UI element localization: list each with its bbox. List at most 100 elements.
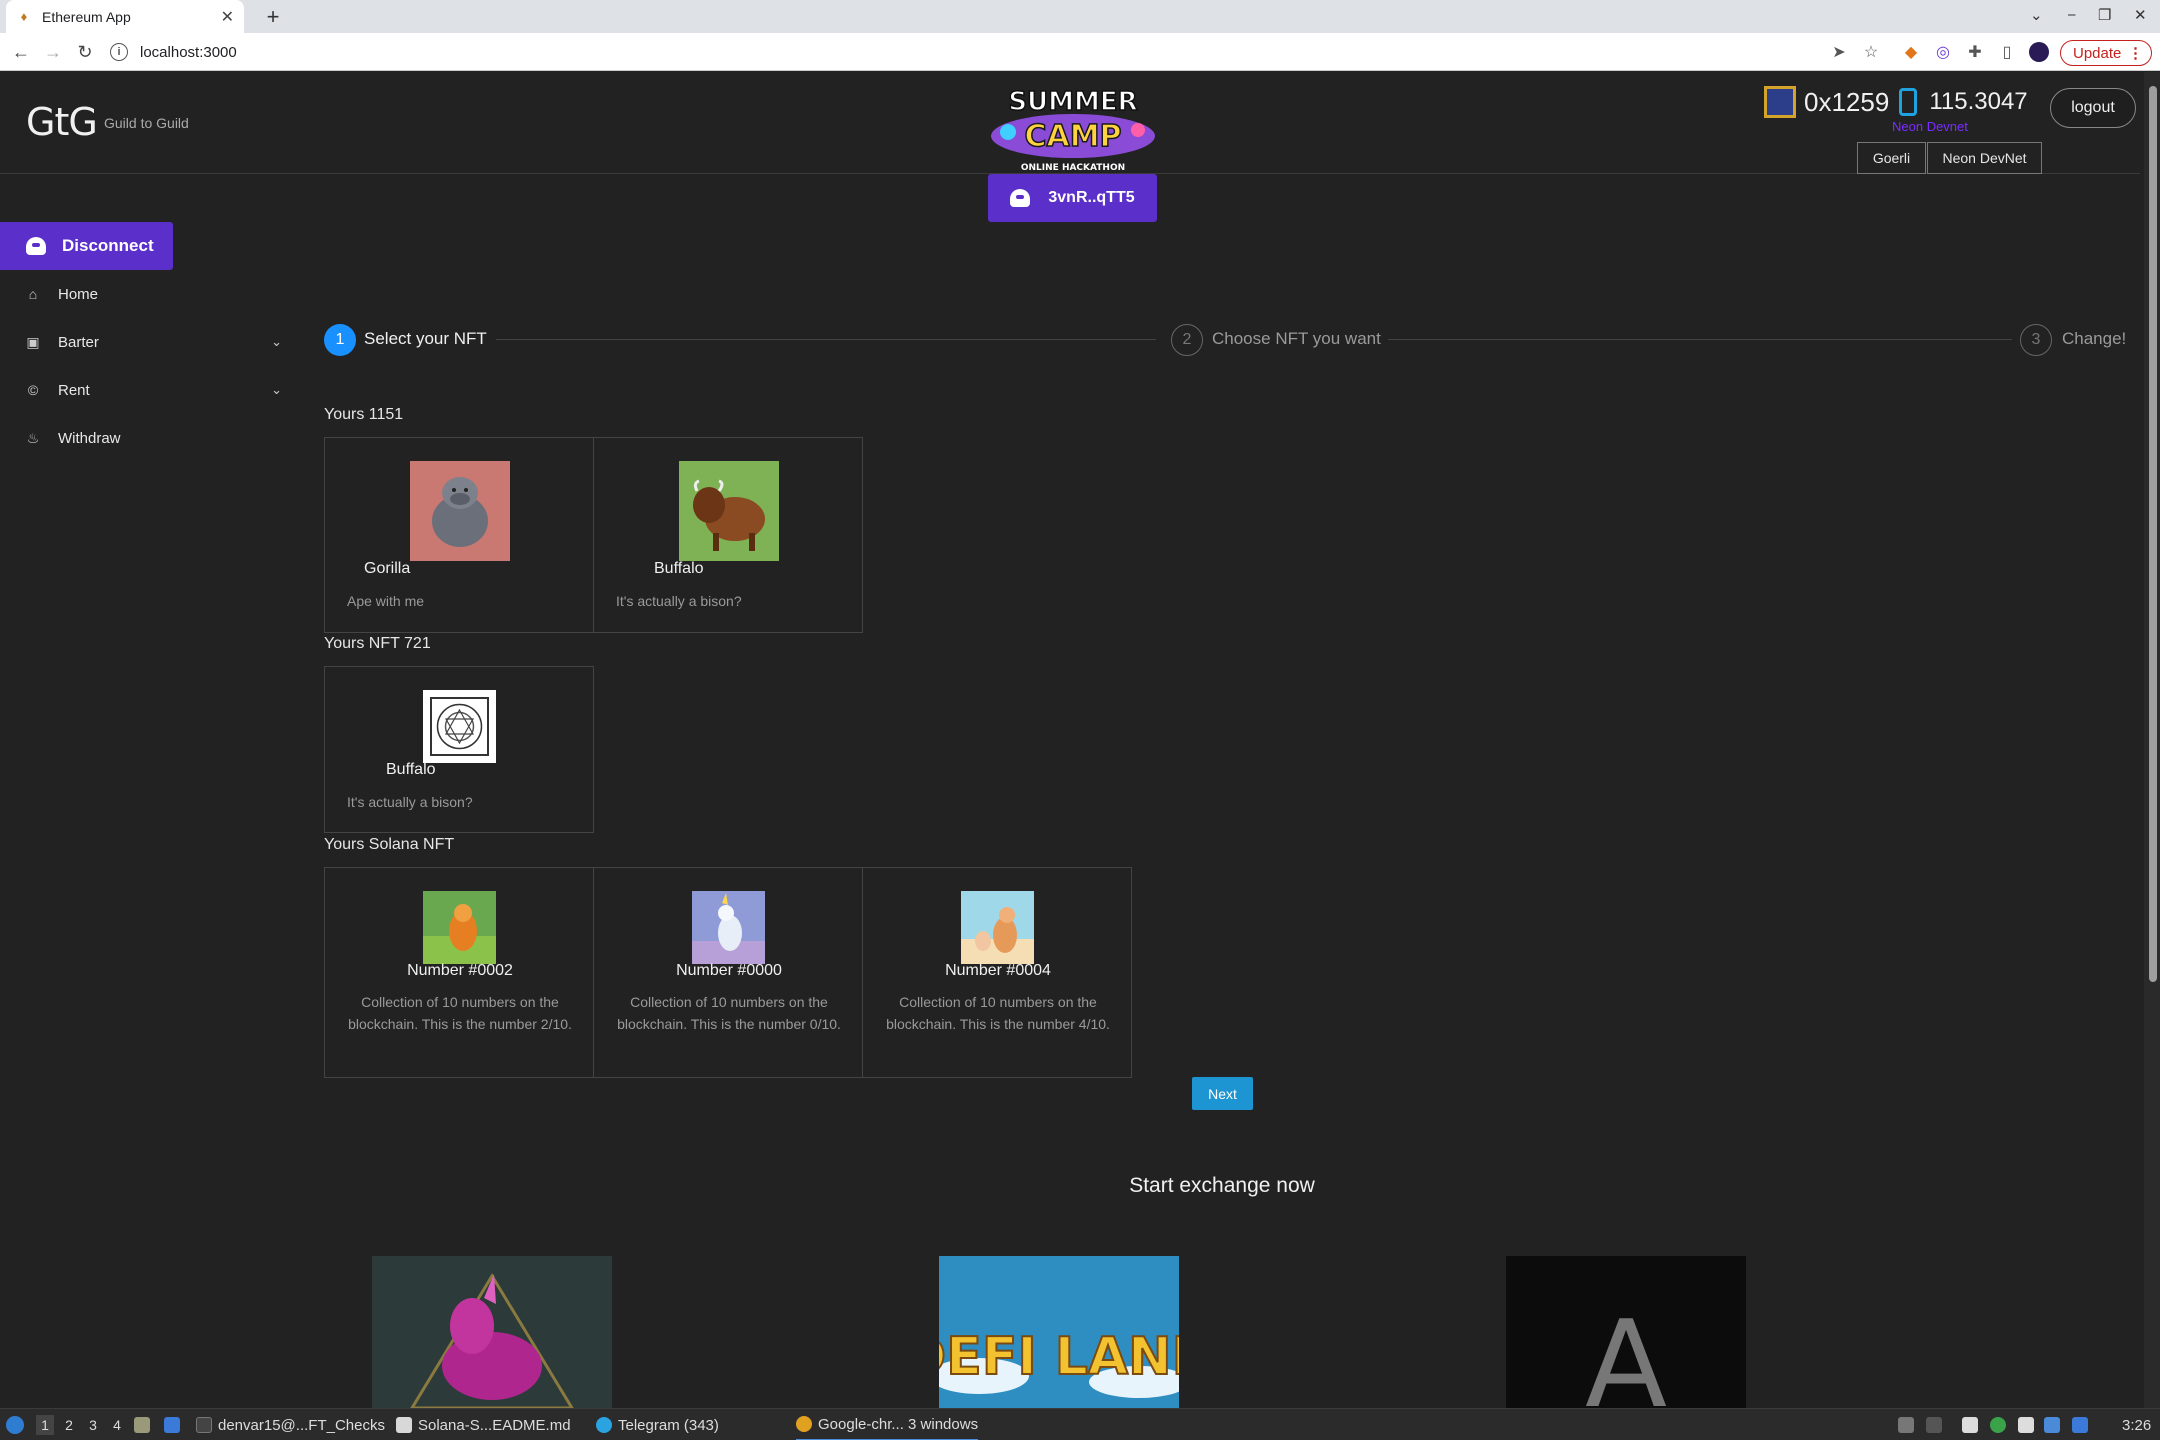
- gorilla-nft-image: [410, 461, 510, 561]
- step-2-circle: 2: [1171, 324, 1203, 356]
- step-connector: [496, 339, 1156, 340]
- phantom-extension-icon[interactable]: ◎: [1932, 41, 1954, 63]
- metamask-icon[interactable]: ◆: [1900, 41, 1922, 63]
- nft-card-number-0000[interactable]: Number #0000 Collection of 10 numbers on…: [593, 867, 863, 1078]
- sidebar-item-home[interactable]: ⌂ Home: [0, 274, 290, 314]
- taskbar-telegram[interactable]: Telegram (343): [596, 1409, 719, 1440]
- browser-tab[interactable]: ♦ Ethereum App ✕: [6, 0, 244, 33]
- nft-name: Gorilla: [364, 560, 411, 577]
- side-panel-icon[interactable]: ▯: [1996, 41, 2018, 63]
- sidebar-item-barter[interactable]: ▣ Barter ⌄: [0, 322, 290, 362]
- start-exchange-heading: Start exchange now: [1129, 1174, 1315, 1197]
- tab-close-icon[interactable]: ✕: [221, 7, 234, 27]
- disconnect-button[interactable]: Disconnect: [0, 222, 173, 270]
- number-0000-nft-image: [692, 891, 765, 964]
- step-1-circle: 1: [324, 324, 356, 356]
- reload-icon[interactable]: ↻: [74, 41, 96, 63]
- taskbar-chrome[interactable]: Google-chr... 3 windows: [796, 1409, 979, 1440]
- logout-button[interactable]: logout: [2050, 88, 2136, 128]
- tab-title: Ethereum App: [42, 8, 131, 25]
- taskbar-terminal[interactable]: denvar15@...FT_Checks: [196, 1409, 385, 1440]
- sidebar-item-rent[interactable]: © Rent ⌄: [0, 370, 290, 410]
- window-close-icon[interactable]: ✕: [2134, 6, 2147, 24]
- clipboard-tray-icon[interactable]: [1898, 1417, 1914, 1433]
- wallet-address: 0x1259: [1804, 86, 1890, 117]
- chrome-icon: [796, 1416, 812, 1432]
- step-3-label: Change!: [2062, 329, 2127, 348]
- profile-avatar[interactable]: [2028, 41, 2050, 63]
- solana-wallet-address: 3vnR..qTT5: [1048, 189, 1135, 206]
- update-label: Update: [2073, 44, 2122, 62]
- nft-card-number-0002[interactable]: Number #0002 Collection of 10 numbers on…: [324, 867, 594, 1078]
- file-manager-icon[interactable]: [134, 1409, 156, 1440]
- page-scrollbar-thumb[interactable]: [2149, 86, 2157, 982]
- network-goerli-button[interactable]: Goerli: [1857, 142, 1926, 174]
- taskbar-editor-label: Solana-S...EADME.md: [418, 1416, 571, 1434]
- workspace-2[interactable]: 2: [60, 1415, 78, 1435]
- network-neon-devnet-button[interactable]: Neon DevNet: [1927, 142, 2042, 174]
- sidebar-item-label: Withdraw: [58, 429, 121, 447]
- nft-description: Ape with me: [347, 593, 425, 609]
- promo-pony-image[interactable]: [372, 1256, 612, 1408]
- network-tray-icon[interactable]: [2018, 1417, 2034, 1433]
- desktop-icon[interactable]: [164, 1409, 186, 1440]
- network-label: Neon Devnet: [1892, 119, 1968, 134]
- sidebar-item-label: Rent: [58, 381, 90, 399]
- nft-card-buffalo[interactable]: Buffalo It's actually a bison?: [593, 437, 863, 633]
- withdraw-icon: ♨: [26, 429, 40, 446]
- defi-land-text: DEFI LAND: [939, 1327, 1179, 1387]
- nft-name: Buffalo: [654, 560, 704, 577]
- workspace-3[interactable]: 3: [84, 1415, 102, 1435]
- nft-name: Number #0000: [676, 962, 782, 979]
- bluetooth-tray-icon[interactable]: [2044, 1417, 2060, 1433]
- volume-tray-icon[interactable]: [1926, 1417, 1942, 1433]
- solana-wallet-button[interactable]: 3vnR..qTT5: [988, 174, 1157, 222]
- update-tray-icon[interactable]: [2072, 1417, 2088, 1433]
- new-tab-button[interactable]: +: [260, 4, 286, 30]
- workspace-1[interactable]: 1: [36, 1415, 54, 1435]
- forward-arrow-icon[interactable]: →: [42, 41, 64, 63]
- logo-text-top: SUMMER: [1008, 87, 1137, 117]
- step-2-label: Choose NFT you want: [1212, 329, 1381, 348]
- disconnect-label: Disconnect: [62, 236, 154, 255]
- logo-subtitle: Guild to Guild: [104, 115, 189, 131]
- taskbar-clock[interactable]: 3:26: [2122, 1409, 2151, 1440]
- gtg-logo[interactable]: GtG: [26, 100, 98, 144]
- sidebar-item-label: Home: [58, 285, 99, 303]
- nft-description: Collection of 10 numbers on the blockcha…: [617, 994, 841, 1032]
- update-button[interactable]: Update ⋮: [2060, 40, 2152, 66]
- section-title-solana: Yours Solana NFT: [324, 836, 455, 853]
- nft-description: It's actually a bison?: [616, 593, 742, 609]
- chevron-down-icon: ⌄: [271, 334, 282, 349]
- taskbar-chrome-label: Google-chr... 3 windows: [818, 1415, 979, 1433]
- mandala-nft-image: [423, 690, 496, 763]
- back-arrow-icon[interactable]: ←: [10, 41, 32, 63]
- nft-description: Collection of 10 numbers on the blockcha…: [348, 994, 572, 1032]
- sidebar-item-withdraw[interactable]: ♨ Withdraw: [0, 418, 290, 458]
- address-bar[interactable]: i localhost:3000: [110, 38, 1830, 66]
- tab-search-icon[interactable]: ⌄: [2030, 6, 2043, 24]
- taskbar-editor[interactable]: Solana-S...EADME.md: [396, 1409, 571, 1440]
- sidebar-item-label: Barter: [58, 333, 99, 351]
- workspace-4[interactable]: 4: [108, 1415, 126, 1435]
- sync-tray-icon[interactable]: [1990, 1417, 2006, 1433]
- ethereum-favicon-icon: ♦: [20, 9, 28, 24]
- minimize-icon[interactable]: ⎯: [2068, 6, 2076, 23]
- taskbar-terminal-label: denvar15@...FT_Checks: [218, 1416, 385, 1434]
- promo-defi-land-image[interactable]: DEFI LAND: [939, 1256, 1179, 1408]
- next-button[interactable]: Next: [1192, 1077, 1253, 1110]
- extensions-puzzle-icon[interactable]: ✚: [1964, 41, 1986, 63]
- editor-icon: [396, 1417, 412, 1433]
- nft-card-gorilla[interactable]: Gorilla Ape with me: [324, 437, 594, 633]
- site-info-icon[interactable]: i: [110, 43, 128, 61]
- notes-tray-icon[interactable]: [1962, 1417, 1978, 1433]
- restore-icon[interactable]: ❐: [2098, 6, 2111, 24]
- buffalo-nft-image: [679, 461, 779, 561]
- send-icon[interactable]: ➤: [1828, 41, 1850, 63]
- promo-dark-logo-image[interactable]: A: [1506, 1256, 1746, 1408]
- nft-card-number-0004[interactable]: Number #0004 Collection of 10 numbers on…: [862, 867, 1132, 1078]
- nft-card-buffalo-721[interactable]: Buffalo It's actually a bison?: [324, 666, 594, 833]
- browser-toolbar: ← → ↻ i localhost:3000 ➤ ☆ ◆ ◎ ✚ ▯ Updat…: [0, 33, 2160, 71]
- bookmark-star-icon[interactable]: ☆: [1860, 41, 1882, 63]
- start-menu-icon[interactable]: [6, 1409, 24, 1440]
